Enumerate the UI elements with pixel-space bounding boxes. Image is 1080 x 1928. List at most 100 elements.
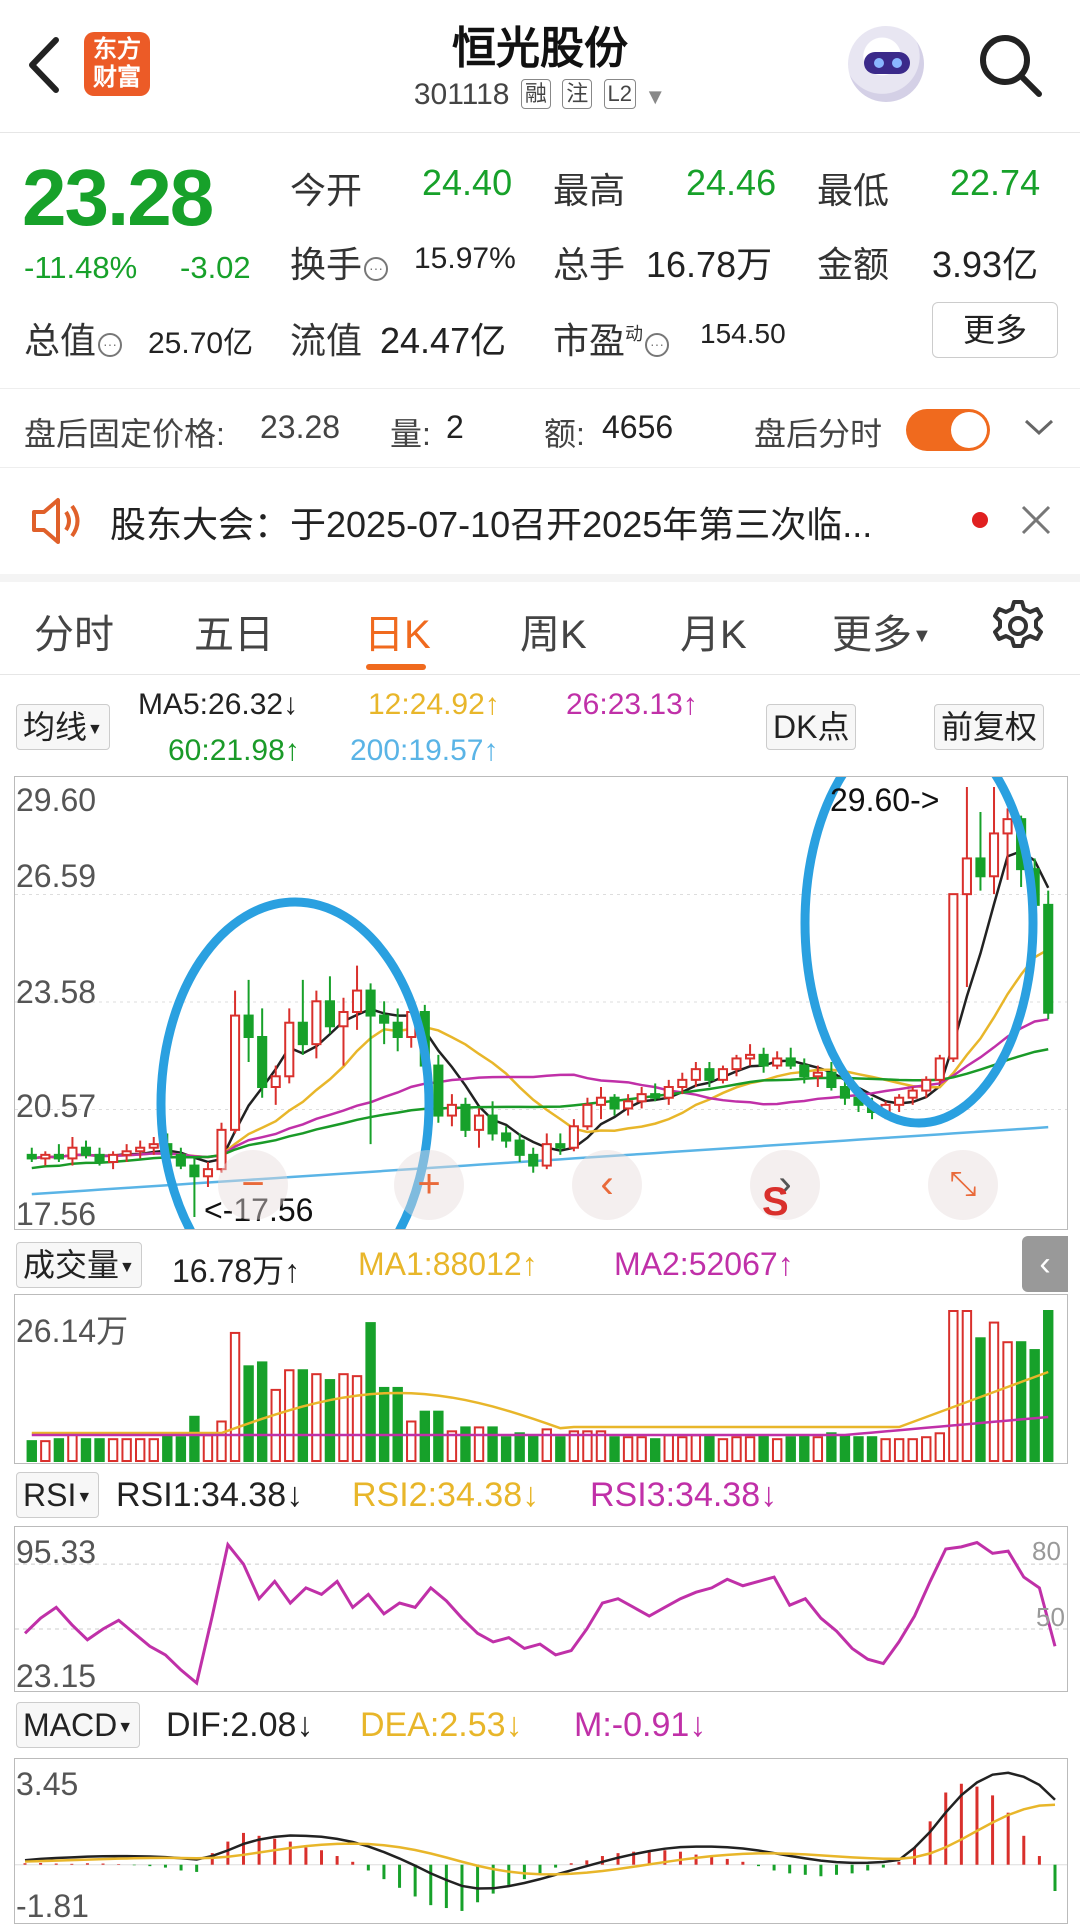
search-icon[interactable] — [975, 30, 1045, 100]
rsi-panel[interactable] — [14, 1526, 1068, 1692]
volume-bar — [351, 1375, 363, 1462]
turnover-label[interactable]: 换手 ··· — [290, 236, 390, 288]
volume-bar — [744, 1436, 756, 1462]
candle-body — [501, 1132, 512, 1142]
tab-daily-k[interactable]: 日K — [364, 602, 431, 660]
macd-top-label: 3.45 — [16, 1766, 79, 1802]
gear-icon[interactable] — [990, 598, 1046, 654]
chevron-left-icon[interactable]: ‹ — [572, 1150, 642, 1220]
volume-legend: 16.78万↑ — [172, 1253, 301, 1289]
rsi-top-label: 95.33 — [16, 1534, 97, 1570]
kline-panel[interactable] — [14, 718, 1068, 1311]
candle-body — [609, 1096, 620, 1110]
volume-bar — [1029, 1349, 1040, 1463]
speaker-icon — [32, 498, 80, 544]
minus-icon[interactable]: − — [218, 1150, 288, 1220]
fullscreen-icon[interactable]: ⤡ — [928, 1150, 998, 1220]
forward-adjust-button[interactable]: 前复权 — [934, 704, 1045, 750]
volume-panel[interactable] — [14, 1294, 1068, 1464]
macd-dea-legend: DEA:2.53↓ — [360, 1706, 523, 1744]
after-hours-toggle[interactable] — [906, 409, 990, 451]
volume-bar — [40, 1440, 51, 1462]
tab-more-label: 更多 — [832, 613, 912, 657]
candle-body — [365, 989, 376, 1017]
volume-bar — [473, 1426, 485, 1462]
candle-body — [988, 832, 1000, 878]
candle-body — [595, 1096, 607, 1106]
caret-down-icon: ▼ — [87, 721, 103, 738]
rsi-indicator-select[interactable]: RSI▼ — [16, 1472, 100, 1518]
volume-bar — [229, 1331, 241, 1462]
turnover-value: 15.97% — [414, 242, 516, 275]
ma200-legend: 200:19.57↑ — [350, 734, 499, 767]
collapse-panel-icon[interactable]: ‹ — [1022, 1236, 1068, 1292]
candle-body — [907, 1089, 918, 1099]
volume-label: 总手 — [553, 244, 626, 285]
volume-bar — [853, 1436, 864, 1462]
volume-indicator-select[interactable]: 成交量▼ — [16, 1242, 142, 1288]
volume-bar — [622, 1436, 634, 1462]
chevron-down-icon[interactable] — [1022, 415, 1056, 439]
candle-body — [975, 857, 986, 878]
highlight-circle-left — [156, 897, 434, 1311]
volume-ma1-line — [31, 1370, 1049, 1435]
tab-monthly-k[interactable]: 月K — [680, 602, 747, 660]
more-button[interactable]: 更多 — [932, 302, 1058, 358]
candle-body — [243, 1014, 254, 1038]
tab-intraday[interactable]: 分时 — [34, 602, 114, 660]
volume-bar — [934, 1432, 946, 1463]
candle-body — [379, 1014, 390, 1024]
macd-chart[interactable] — [15, 1759, 1067, 1923]
volume-bar — [731, 1436, 742, 1462]
candle-body — [80, 1146, 92, 1156]
y-label-4: 20.57 — [16, 1088, 97, 1124]
candle-body — [121, 1150, 132, 1156]
volume-bar — [324, 1379, 336, 1462]
header-bar: 东方 财富 恒光股份 301118 融 注 L2 ▼ — [0, 0, 1080, 133]
volume-bar — [677, 1436, 688, 1462]
candle-body — [433, 1064, 444, 1117]
macd-panel[interactable] — [14, 1758, 1068, 1924]
assistant-robot-icon[interactable] — [848, 26, 924, 102]
ma-select[interactable]: 均线▼ — [16, 704, 110, 750]
max-price-note: 29.60-> — [830, 782, 940, 818]
volume-bar — [717, 1438, 729, 1463]
plus-icon[interactable]: + — [394, 1150, 464, 1220]
candle-body — [270, 1075, 281, 1088]
volume-bar — [609, 1436, 620, 1462]
macd-select-label: MACD — [23, 1707, 118, 1743]
tab-more[interactable]: 更多▼ — [832, 602, 932, 660]
mktcap-label[interactable]: 总值 ··· — [24, 312, 124, 364]
close-icon[interactable] — [1018, 502, 1054, 538]
candle-body — [297, 1021, 308, 1046]
caret-down-icon: ▼ — [912, 625, 932, 647]
candle-body — [53, 1153, 64, 1160]
candle-body — [812, 1071, 823, 1078]
highlight-circle-right — [800, 718, 1038, 1128]
volume-top-label: 26.14万 — [16, 1313, 129, 1349]
rsi-bottom-label: 23.15 — [16, 1658, 97, 1694]
volume-chart[interactable] — [15, 1295, 1067, 1463]
tab-five-day[interactable]: 五日 — [194, 602, 274, 660]
after-hours-amt: 4656 — [602, 409, 674, 445]
macd-indicator-select[interactable]: MACD▼ — [16, 1702, 141, 1748]
volume-bar — [94, 1438, 105, 1463]
pe-label[interactable]: 市盈动 ··· — [553, 312, 671, 364]
tab-weekly-k[interactable]: 周K — [520, 602, 587, 660]
caret-down-icon: ▼ — [119, 1259, 135, 1276]
dk-point-button[interactable]: DK点 — [766, 704, 857, 750]
volume-bar — [175, 1436, 187, 1462]
volume-bar — [921, 1436, 932, 1462]
kline-chart[interactable] — [15, 718, 1067, 1311]
volume-bar — [121, 1438, 132, 1463]
rsi-chart[interactable] — [15, 1527, 1067, 1691]
high-label: 最高 — [553, 170, 626, 211]
y-label-top: 29.60 — [16, 782, 97, 818]
volume-bar — [948, 1310, 959, 1462]
notice-bar[interactable]: 股东大会：于2025-07-10召开2025年第三次临... — [0, 468, 1080, 582]
volume-bar — [67, 1432, 78, 1463]
volume-bar — [202, 1434, 214, 1462]
rsi3-legend: RSI3:34.38↓ — [590, 1476, 778, 1514]
active-tab-underline — [366, 664, 426, 670]
current-price: 23.28 — [22, 153, 214, 242]
